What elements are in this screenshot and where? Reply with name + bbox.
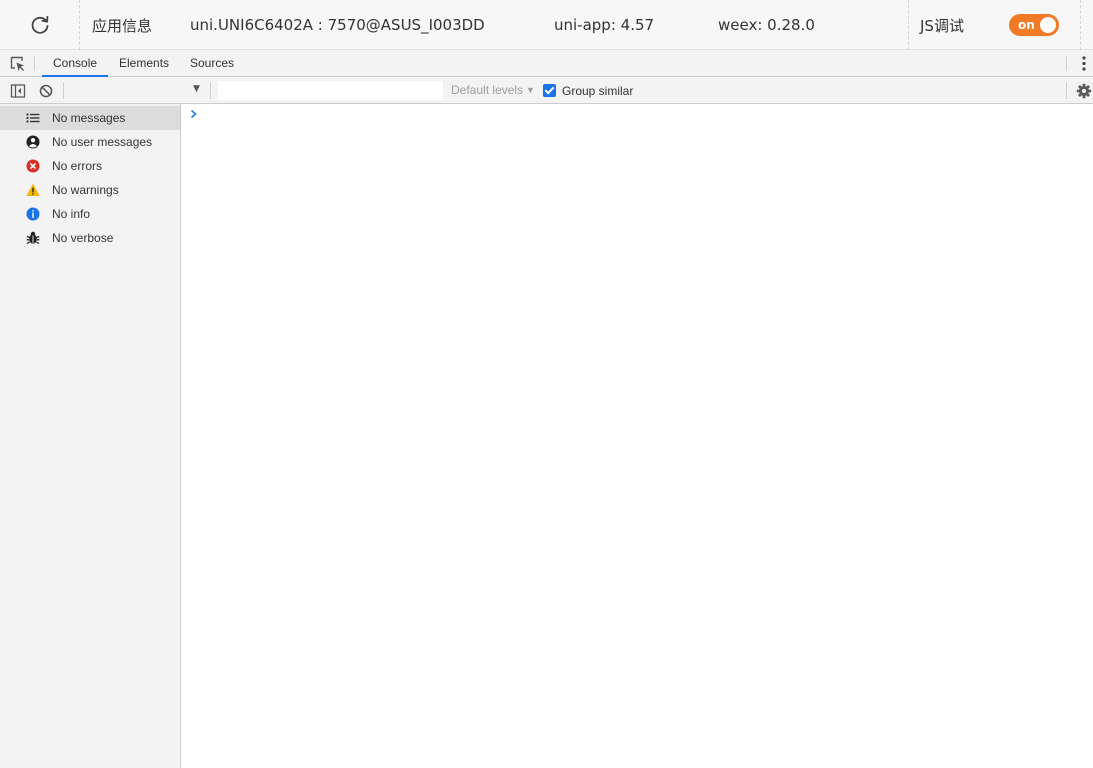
uniapp-version: uni-app: 4.57 bbox=[554, 16, 655, 34]
console-sidebar: No messages No user messages No errors N… bbox=[0, 104, 181, 768]
group-similar-checkbox[interactable]: Group similar bbox=[543, 77, 633, 104]
weex-version: weex: 0.28.0 bbox=[718, 16, 815, 34]
sidebar-item-label: No messages bbox=[52, 111, 126, 125]
divider bbox=[210, 82, 211, 99]
sidebar-item-user-messages[interactable]: No user messages bbox=[0, 130, 180, 154]
sidebar-item-label: No info bbox=[52, 207, 91, 221]
console-toolbar: ▼ Default levels ▼ Group similar bbox=[0, 77, 1093, 104]
reload-icon[interactable] bbox=[29, 14, 51, 36]
toggle-label: on bbox=[1018, 18, 1035, 32]
user-icon bbox=[26, 135, 40, 149]
tab-elements[interactable]: Elements bbox=[108, 50, 180, 77]
divider bbox=[1066, 56, 1067, 71]
tab-console[interactable]: Console bbox=[42, 50, 109, 77]
divider bbox=[908, 0, 909, 50]
more-options-icon[interactable] bbox=[1077, 55, 1091, 72]
console-prompt-chevron-icon[interactable] bbox=[189, 107, 199, 121]
divider bbox=[1066, 82, 1067, 99]
js-debug-label: JS调试 bbox=[920, 16, 964, 35]
devtools-tab-strip: Console Elements Sources bbox=[0, 50, 1093, 77]
sidebar-item-verbose[interactable]: No verbose bbox=[0, 226, 180, 250]
toggle-knob bbox=[1040, 17, 1056, 33]
error-icon bbox=[26, 159, 40, 173]
device-id: uni.UNI6C6402A : 7570@ASUS_I003DD bbox=[190, 16, 485, 34]
sidebar-item-errors[interactable]: No errors bbox=[0, 154, 180, 178]
sidebar-toggle-icon[interactable] bbox=[10, 83, 26, 99]
checkbox-checked-icon bbox=[543, 84, 556, 97]
sidebar-item-label: No errors bbox=[52, 159, 103, 173]
bug-icon bbox=[26, 231, 40, 245]
clear-console-icon[interactable] bbox=[38, 83, 54, 99]
inspect-element-icon[interactable] bbox=[9, 55, 26, 72]
caret-down-icon: ▼ bbox=[526, 85, 535, 95]
console-output[interactable] bbox=[181, 104, 1093, 768]
sidebar-item-label: No warnings bbox=[52, 183, 119, 197]
warning-icon bbox=[26, 183, 40, 196]
log-levels-dropdown[interactable]: Default levels ▼ bbox=[451, 77, 535, 104]
sidebar-item-label: No verbose bbox=[52, 231, 114, 245]
sidebar-item-warnings[interactable]: No warnings bbox=[0, 178, 180, 202]
divider bbox=[63, 82, 64, 99]
sidebar-item-label: No user messages bbox=[52, 135, 153, 149]
filter-input[interactable] bbox=[218, 81, 443, 100]
info-icon bbox=[26, 207, 40, 221]
divider bbox=[79, 0, 80, 50]
app-info-bar: 应用信息 uni.UNI6C6402A : 7570@ASUS_I003DD u… bbox=[0, 0, 1093, 50]
sidebar-item-info[interactable]: No info bbox=[0, 202, 180, 226]
group-similar-label: Group similar bbox=[562, 83, 634, 98]
divider bbox=[34, 56, 35, 71]
list-icon bbox=[26, 113, 40, 123]
sidebar-item-messages[interactable]: No messages bbox=[0, 106, 180, 130]
app-info-label: 应用信息 bbox=[92, 16, 153, 35]
context-selector-dropdown[interactable]: ▼ bbox=[193, 84, 200, 94]
js-debug-toggle[interactable]: on bbox=[1009, 14, 1059, 36]
settings-gear-icon[interactable] bbox=[1076, 83, 1092, 99]
log-levels-label: Default levels bbox=[451, 83, 524, 97]
divider bbox=[1080, 0, 1081, 50]
tab-sources[interactable]: Sources bbox=[179, 50, 245, 77]
